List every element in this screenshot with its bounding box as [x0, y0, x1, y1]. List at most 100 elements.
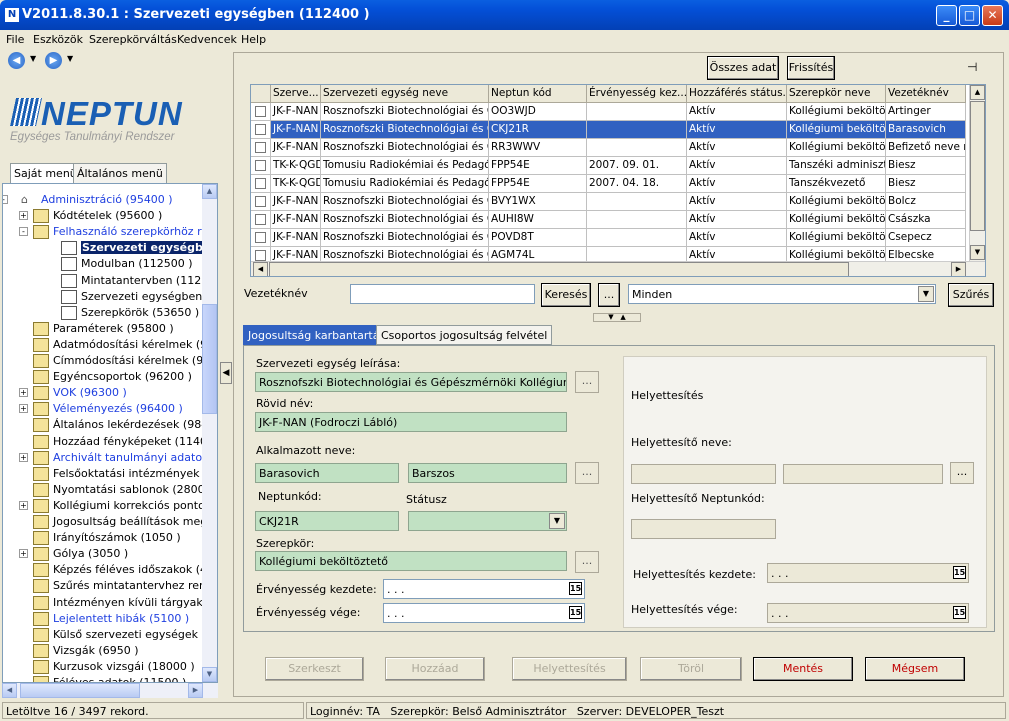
grid-column-header[interactable]: Szerve... — [271, 85, 321, 103]
menu-eszkozok[interactable]: Eszközök — [33, 33, 83, 46]
tree-scroll-thumb[interactable] — [202, 304, 217, 414]
table-cell: POVD8T — [489, 229, 587, 247]
scroll-right-icon[interactable]: ▶ — [951, 262, 966, 276]
menu-file[interactable]: File — [6, 33, 24, 46]
tab-altalanos-menu[interactable]: Általános menü — [73, 163, 167, 183]
expand-icon[interactable]: + — [19, 452, 28, 462]
expand-icon[interactable]: + — [19, 404, 28, 414]
valid-from-field[interactable]: . . . 15 — [383, 579, 585, 599]
collapse-icon[interactable]: - — [3, 195, 8, 204]
nav-toolbar: ◀ ▼ ▶ ▼ — [0, 48, 220, 76]
calendar-icon[interactable]: 15 — [569, 606, 582, 619]
expand-icon[interactable]: + — [19, 388, 28, 398]
subst-neptun-field — [631, 519, 776, 539]
pin-icon[interactable]: ⊣ — [967, 60, 977, 74]
admin-icon: ⌂ — [21, 193, 28, 206]
org-desc-ellipsis-button[interactable]: ... — [575, 371, 599, 393]
back-icon[interactable]: ◀ — [8, 52, 25, 69]
chevron-down-icon[interactable]: ▼ — [549, 513, 565, 529]
row-checkbox[interactable] — [255, 250, 266, 261]
filter-button[interactable]: Szűrés — [948, 283, 994, 307]
forward-icon[interactable]: ▶ — [45, 52, 62, 69]
grid-vertical-scrollbar[interactable]: ▲ ▼ — [969, 85, 985, 261]
grid-column-header[interactable]: Szerepkör neve — [787, 85, 886, 103]
more-button[interactable]: ... — [598, 283, 620, 307]
row-checkbox[interactable] — [255, 124, 266, 135]
document-icon — [61, 257, 77, 272]
filter-input[interactable] — [350, 284, 535, 304]
cancel-button[interactable]: Mégsem — [865, 657, 965, 681]
collapse-icon[interactable]: - — [19, 227, 28, 237]
edit-button[interactable]: Szerkeszt — [265, 657, 364, 681]
expand-icon[interactable]: + — [19, 211, 28, 221]
subst-ellipsis-button[interactable]: ... — [950, 462, 974, 484]
close-button[interactable]: ✕ — [982, 5, 1003, 26]
folder-icon — [33, 498, 49, 513]
grid-column-header[interactable]: Hozzáférés státus... — [687, 85, 787, 103]
add-button[interactable]: Hozzáad — [385, 657, 485, 681]
folder-icon — [33, 595, 49, 610]
subst-to-label: Helyettesítés vége: — [631, 603, 738, 616]
grid-column-header[interactable]: Vezetéknév — [886, 85, 966, 103]
all-data-button[interactable]: Összes adat — [707, 56, 779, 80]
substitution-button[interactable]: Helyettesítés — [512, 657, 627, 681]
expand-icon[interactable]: + — [19, 549, 28, 559]
splitter-arrows-icon[interactable]: ▼ ▲ — [593, 313, 641, 322]
delete-button[interactable]: Töröl — [640, 657, 742, 681]
refresh-button[interactable]: Frissítés — [787, 56, 835, 80]
table-cell: Aktív — [687, 121, 787, 139]
scroll-left-icon[interactable]: ◀ — [253, 262, 268, 276]
scroll-left-icon[interactable]: ◀ — [2, 683, 17, 698]
valid-from-label: Érvényesség kezdete: — [256, 583, 377, 596]
grid-horizontal-scrollbar[interactable]: ◀ ▶ — [251, 261, 985, 276]
tab-jogosultsag-karbantartas[interactable]: Jogosultság karbantartás — [243, 325, 391, 345]
row-checkbox[interactable] — [255, 142, 266, 153]
row-checkbox[interactable] — [255, 160, 266, 171]
row-checkbox[interactable] — [255, 106, 266, 117]
grid-scroll-thumb[interactable] — [970, 101, 985, 231]
employee-ellipsis-button[interactable]: ... — [575, 462, 599, 484]
row-checkbox[interactable] — [255, 178, 266, 189]
menu-szerepkorvaltas[interactable]: Szerepkörváltás — [89, 33, 177, 46]
status-select[interactable]: ▼ — [408, 511, 567, 531]
folder-icon — [33, 386, 49, 401]
scroll-down-icon[interactable]: ▼ — [970, 245, 985, 260]
calendar-icon[interactable]: 15 — [953, 566, 966, 579]
grid-column-header[interactable]: Érvényesség kez... — [587, 85, 687, 103]
tab-sajat-menu[interactable]: Saját menü — [10, 163, 81, 184]
calendar-icon[interactable]: 15 — [953, 606, 966, 619]
scroll-up-icon[interactable]: ▲ — [970, 85, 985, 100]
row-checkbox[interactable] — [255, 214, 266, 225]
grid-column-header[interactable]: Szervezeti egység neve — [321, 85, 489, 103]
calendar-icon[interactable]: 15 — [569, 582, 582, 595]
maximize-button[interactable]: □ — [959, 5, 980, 26]
minimize-button[interactable]: _ — [936, 5, 957, 26]
scroll-up-icon[interactable]: ▲ — [202, 184, 217, 199]
save-button[interactable]: Mentés — [753, 657, 853, 681]
collapse-panel-icon[interactable]: ◀ — [220, 362, 232, 384]
tab-csoportos-jogosultsag[interactable]: Csoportos jogosultság felvétel — [376, 325, 553, 345]
scroll-down-icon[interactable]: ▼ — [202, 667, 217, 682]
tree-vertical-scrollbar[interactable]: ▲ ▼ — [202, 184, 217, 682]
menu-help[interactable]: Help — [241, 33, 266, 46]
expand-icon[interactable]: + — [19, 500, 28, 510]
table-cell: Aktív — [687, 193, 787, 211]
valid-to-field[interactable]: . . . 15 — [383, 603, 585, 623]
grid-hscroll-thumb[interactable] — [269, 262, 849, 276]
row-checkbox[interactable] — [255, 196, 266, 207]
tree-hscroll-thumb[interactable] — [20, 683, 140, 698]
tree-horizontal-scrollbar[interactable]: ◀ ▶ — [2, 683, 218, 698]
chevron-down-icon[interactable]: ▼ — [918, 286, 934, 302]
row-checkbox[interactable] — [255, 232, 266, 243]
org-desc-field: Rosznofszki Biotechnológiai és Gépészmér… — [255, 372, 567, 392]
grid-column-header[interactable]: Neptun kód — [489, 85, 587, 103]
role-ellipsis-button[interactable]: ... — [575, 551, 599, 573]
filter-select[interactable]: Minden ▼ — [628, 284, 936, 304]
forward-dropdown-icon[interactable]: ▼ — [67, 54, 73, 63]
back-dropdown-icon[interactable]: ▼ — [30, 54, 36, 63]
table-cell: Barasovich — [886, 121, 966, 139]
scroll-right-icon[interactable]: ▶ — [188, 683, 203, 698]
menu-kedvencek[interactable]: Kedvencek — [177, 33, 237, 46]
search-button[interactable]: Keresés — [541, 283, 591, 307]
status-server: Szerver: DEVELOPER_Teszt — [576, 705, 725, 718]
